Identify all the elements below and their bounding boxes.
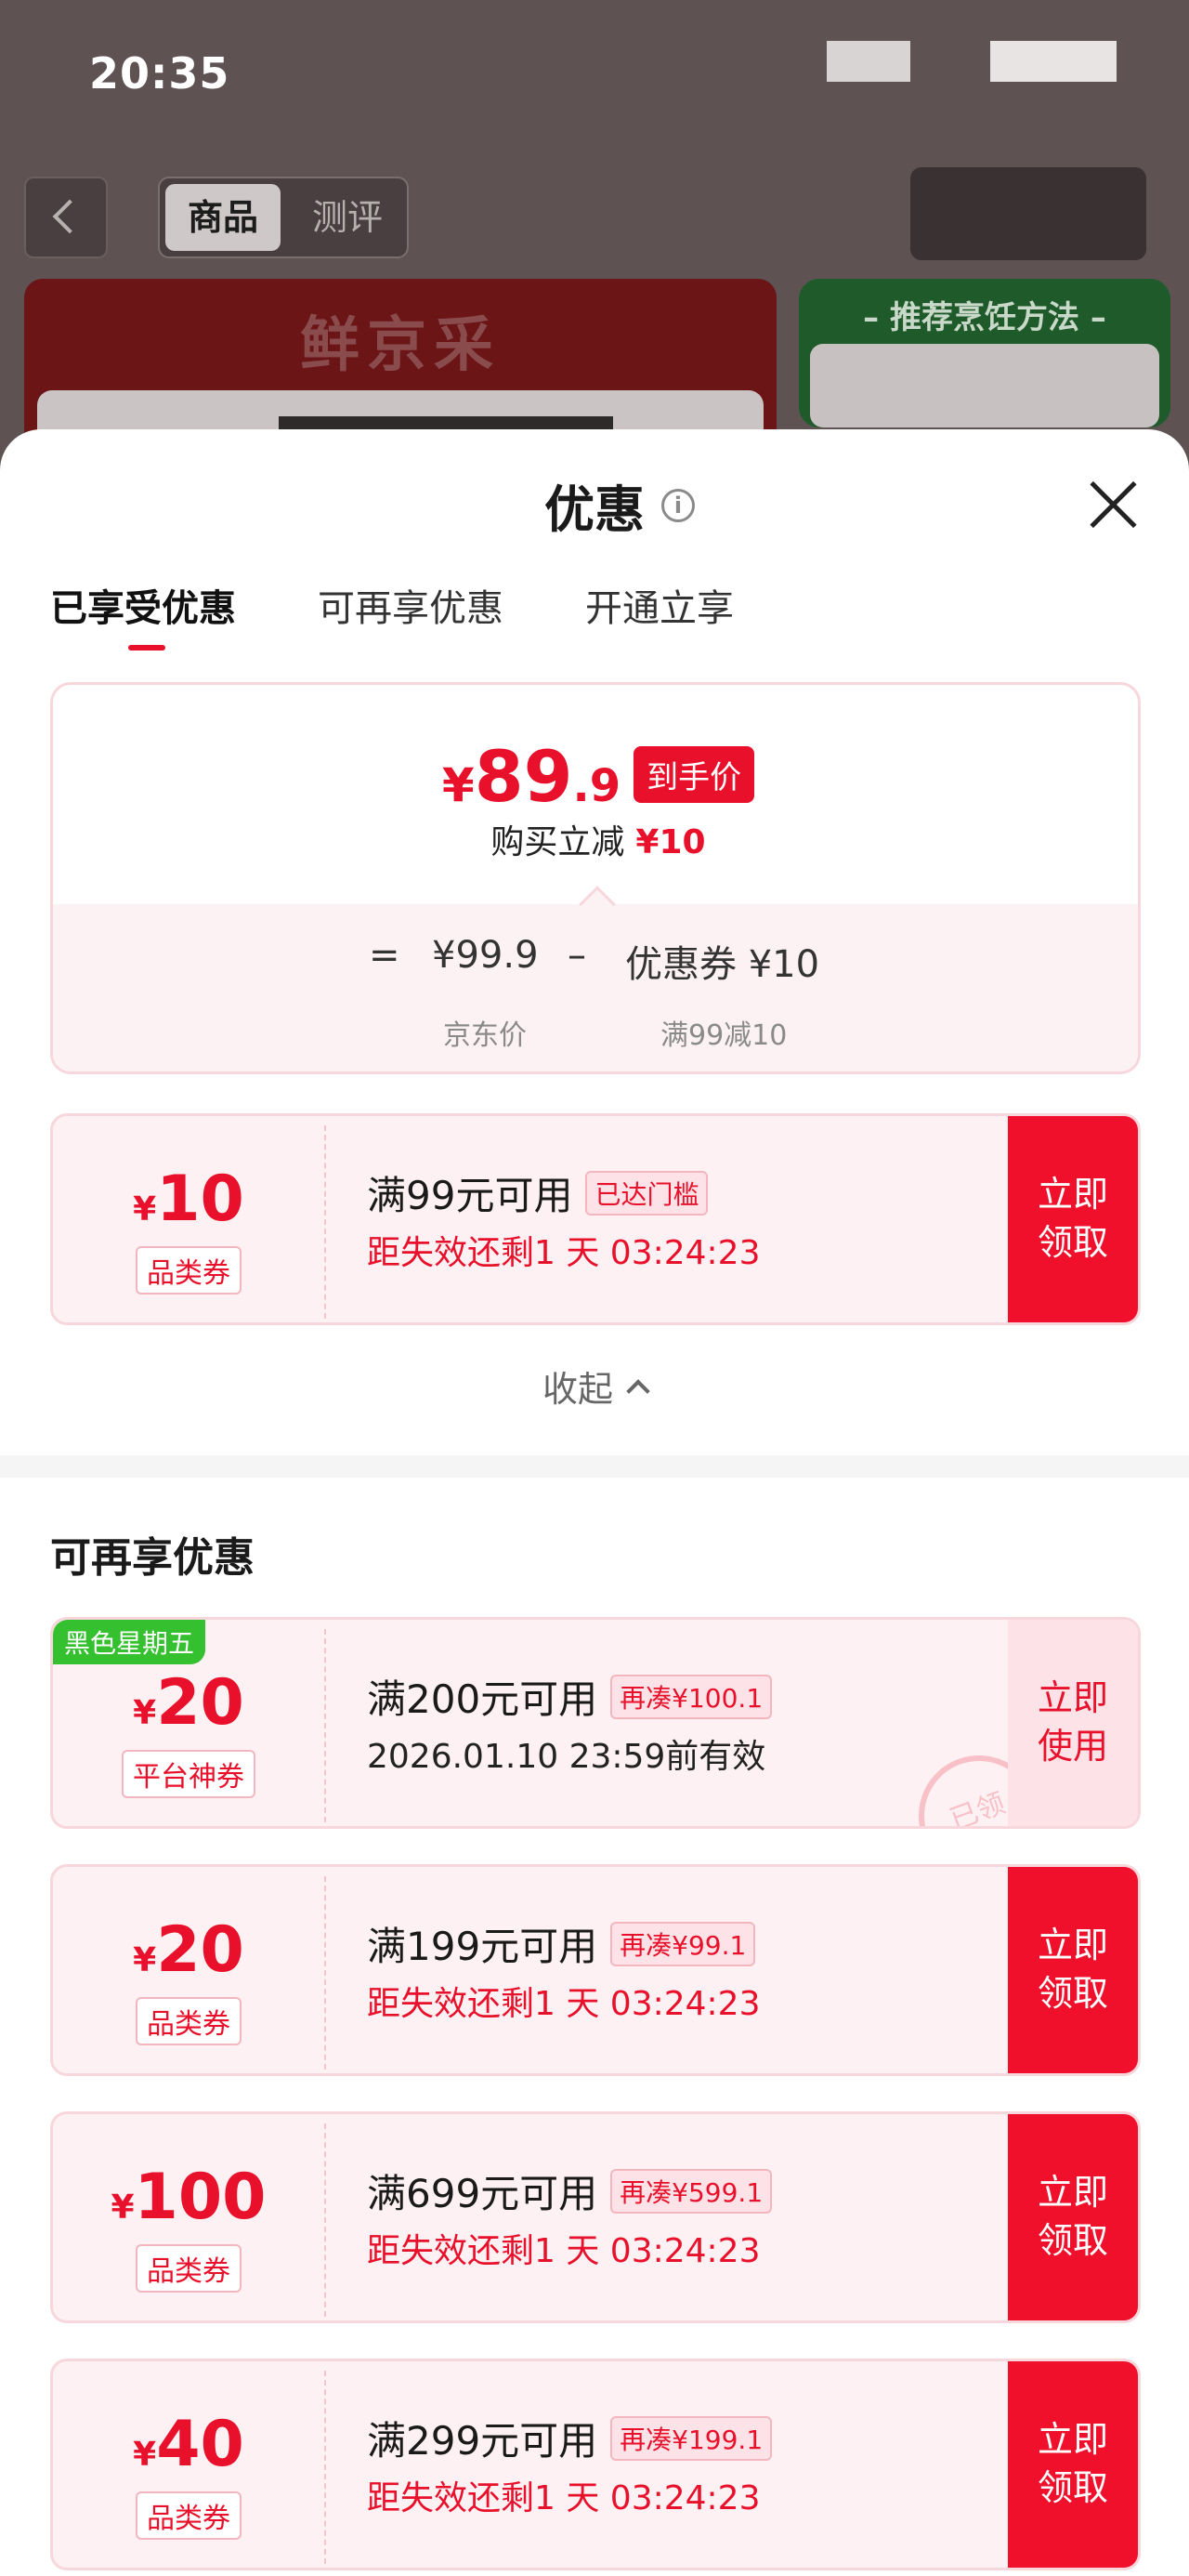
claim-coupon-button[interactable]: 立即 领取 <box>1008 1867 1138 2073</box>
coupon-condition: 满199元可用 再凑¥99.1 <box>367 1915 756 1972</box>
final-price: ¥89.9 到手价 <box>53 735 1138 818</box>
coupon-type: 品类券 <box>136 1246 242 1295</box>
use-coupon-button[interactable]: 立即 使用 <box>1008 1620 1138 1826</box>
coupon-type: 品类券 <box>136 2244 242 2293</box>
claim-coupon-button[interactable]: 立即 领取 <box>1008 2114 1138 2320</box>
segment-tab-review[interactable]: 测评 <box>290 184 405 251</box>
coupon-expiry: 2026.01.10 23:59前有效 <box>367 1738 766 1776</box>
claim-coupon-button[interactable]: 立即 领取 <box>1008 2361 1138 2568</box>
header-actions <box>910 167 1146 260</box>
coupon-expiry: 距失效还剩1 天 03:24:23 <box>367 1985 761 2023</box>
calc-original-label: 京东价 <box>443 1019 527 1052</box>
coupon-card: ¥100 品类券 满699元可用 再凑¥599.1 距失效还剩1 天 03:24:… <box>50 2111 1141 2323</box>
tab-more[interactable]: 可再享优惠 <box>318 578 503 632</box>
chevron-left-icon <box>52 199 87 234</box>
discount-sheet: 优惠 i 已享受优惠 可再享优惠 开通立享 ¥89.9 到手价 购买立减 ¥10 =… <box>0 429 1189 2576</box>
calc-original-price: ¥99.9 <box>432 934 539 977</box>
section-title-more-discounts: 可再享优惠 <box>50 1534 255 1582</box>
tab-enjoyed[interactable]: 已享受优惠 <box>50 578 236 632</box>
coupon-badge: 再凑¥100.1 <box>610 1675 773 1719</box>
coupon-amount: ¥20 <box>133 1913 244 1987</box>
coupon-expiry: 距失效还剩1 天 03:24:23 <box>367 2479 761 2517</box>
banner-brand: 鲜京采 <box>300 311 501 380</box>
coupon-badge: 再凑¥599.1 <box>610 2169 773 2214</box>
coupon-expiry: 距失效还剩1 天 03:24:23 <box>367 2232 761 2270</box>
status-signal-icon <box>827 41 910 82</box>
cooking-method-banner: – 推荐烹饪方法 – <box>799 279 1170 427</box>
coupon-condition: 满699元可用 再凑¥599.1 <box>367 2162 773 2219</box>
price-calculation: = ¥99.9 – 优惠券 ¥10 <box>53 934 1138 990</box>
coupon-badge: 已达门槛 <box>585 1171 709 1216</box>
claim-coupon-button[interactable]: 立即 领取 <box>1008 1116 1138 1322</box>
coupon-amount: ¥40 <box>133 2408 244 2481</box>
segment-tab-product[interactable]: 商品 <box>165 184 281 251</box>
background-page: 20:35 商品 测评 鲜京采 – 推荐烹饪方法 – <box>0 0 1189 483</box>
coupon-amount: ¥100 <box>111 2161 267 2234</box>
coupon-amount: ¥10 <box>133 1163 244 1236</box>
calc-coupon-discount: 优惠券 ¥10 <box>625 943 820 986</box>
active-tab-indicator <box>128 645 165 651</box>
collapse-button[interactable]: 收起 <box>0 1360 1189 1412</box>
coupon-card: ¥40 品类券 满299元可用 再凑¥199.1 距失效还剩1 天 03:24:2… <box>50 2359 1141 2570</box>
promo-tag: 黑色星期五 <box>53 1620 206 1664</box>
coupon-type: 品类券 <box>136 2491 242 2540</box>
info-icon[interactable]: i <box>661 489 695 522</box>
coupon-badge: 再凑¥199.1 <box>610 2416 773 2461</box>
tab-activate[interactable]: 开通立享 <box>585 578 734 632</box>
status-battery-icon <box>990 41 1117 82</box>
cooking-method-title: – 推荐烹饪方法 – <box>863 299 1106 336</box>
coupon-badge: 再凑¥99.1 <box>610 1922 756 1966</box>
coupon-condition: 满99元可用 已达门槛 <box>367 1164 709 1221</box>
calc-equals: = <box>369 934 400 977</box>
final-price-tag: 到手价 <box>634 746 755 803</box>
chevron-up-icon <box>626 1379 650 1403</box>
close-icon[interactable] <box>1083 474 1143 533</box>
price-summary-card: ¥89.9 到手价 购买立减 ¥10 = ¥99.9 – 优惠券 ¥10 京东价 满… <box>50 682 1141 1074</box>
section-divider <box>0 1455 1189 1478</box>
coupon-condition: 满200元可用 再凑¥100.1 <box>367 1668 773 1725</box>
calc-discount-label: 满99减10 <box>660 1019 788 1052</box>
coupon-card: ¥20 品类券 满199元可用 再凑¥99.1 距失效还剩1 天 03:24:23… <box>50 1864 1141 2076</box>
coupon-condition: 满299元可用 再凑¥199.1 <box>367 2410 773 2466</box>
coupon-card: ¥10 品类券 满99元可用 已达门槛 距失效还剩1 天 03:24:23 立即 … <box>50 1113 1141 1325</box>
instant-discount: 购买立减 ¥10 <box>490 823 706 861</box>
calc-minus: – <box>568 934 586 977</box>
status-time: 20:35 <box>89 48 230 99</box>
back-button[interactable] <box>24 177 108 258</box>
coupon-type: 平台神券 <box>122 1750 255 1798</box>
coupon-expiry: 距失效还剩1 天 03:24:23 <box>367 1234 761 1272</box>
product-review-segment: 商品 测评 <box>158 177 409 258</box>
coupon-type: 品类券 <box>136 1997 242 2045</box>
sheet-title: 优惠 <box>544 480 645 539</box>
coupon-card: 黑色星期五 ¥20 平台神券 满200元可用 再凑¥100.1 2026.01.1… <box>50 1617 1141 1829</box>
coupon-amount: ¥20 <box>133 1666 244 1740</box>
